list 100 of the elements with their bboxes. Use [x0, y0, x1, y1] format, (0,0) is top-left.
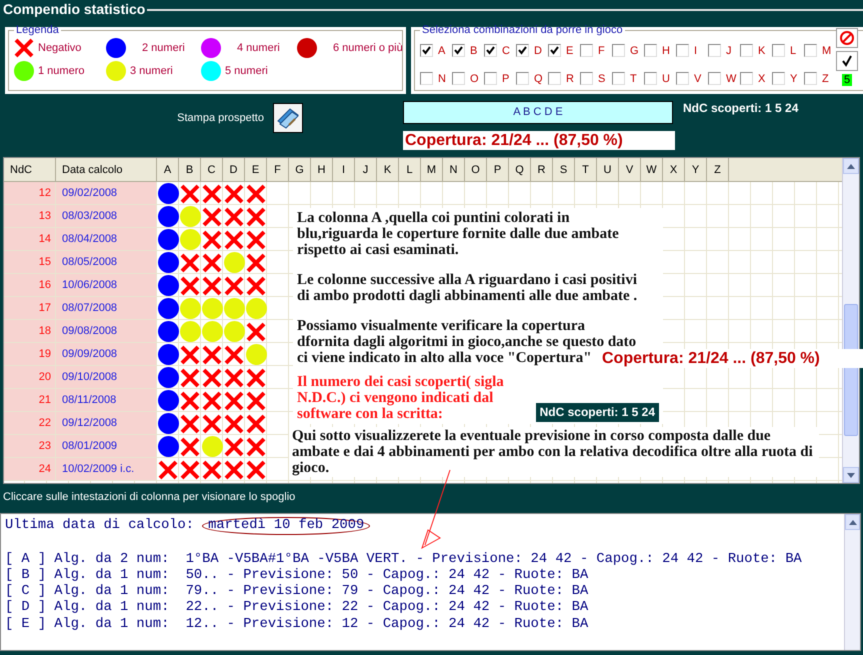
date-value: martedì 10 feb 2009	[202, 517, 370, 536]
table-cell: 08/05/2008	[56, 251, 157, 274]
table-cell: 08/07/2008	[56, 297, 157, 320]
table-cell: 10/06/2008	[56, 274, 157, 297]
checkbox-label: Y	[790, 72, 798, 84]
table-cell: 09/08/2008	[56, 320, 157, 343]
checkbox-label: Q	[534, 72, 543, 84]
checkbox-label: T	[630, 72, 637, 84]
table-cell: 19	[4, 343, 56, 366]
checkbox-label: J	[726, 44, 732, 56]
column-header[interactable]: G	[289, 158, 311, 182]
column-header[interactable]: R	[531, 158, 553, 182]
checkbox-label: I	[694, 44, 698, 56]
checkbox-label: V	[694, 72, 702, 84]
checkbox-label: U	[662, 72, 670, 84]
column-header[interactable]: S	[553, 158, 575, 182]
table-cell: 08/03/2008	[56, 205, 157, 228]
checkbox-label: N	[438, 72, 446, 84]
column-header[interactable]: A	[157, 158, 179, 182]
checkbox-label: E	[566, 44, 574, 56]
table-cell: 16	[4, 274, 56, 297]
column-header[interactable]: Z	[707, 158, 729, 182]
column-header[interactable]: J	[355, 158, 377, 182]
print-label: Stampa prospetto	[177, 112, 264, 124]
column-header[interactable]: M	[421, 158, 443, 182]
column-header[interactable]: H	[311, 158, 333, 182]
checkbox-label: K	[758, 44, 766, 56]
column-header[interactable]: K	[377, 158, 399, 182]
column-header[interactable]: X	[663, 158, 685, 182]
column-header[interactable]: T	[575, 158, 597, 182]
column-header[interactable]: I	[333, 158, 355, 182]
checkbox-label: D	[534, 44, 542, 56]
checkbox-label: R	[566, 72, 574, 84]
table-cell: 15	[4, 251, 56, 274]
checkbox-label: O	[470, 72, 479, 84]
table-cell: 24	[4, 458, 56, 481]
column-header[interactable]: Q	[509, 158, 531, 182]
column-header[interactable]: NdC	[4, 158, 56, 182]
table-cell: 09/10/2008	[56, 366, 157, 389]
table-cell: 09/12/2008	[56, 412, 157, 435]
column-header[interactable]: Data calcolo	[56, 158, 157, 182]
column-header[interactable]: D	[223, 158, 245, 182]
column-header[interactable]: U	[597, 158, 619, 182]
table-cell: 17	[4, 297, 56, 320]
column-header[interactable]: O	[465, 158, 487, 182]
column-header[interactable]: F	[267, 158, 289, 182]
table-cell: 21	[4, 389, 56, 412]
legend-label: 2 numeri	[142, 42, 185, 54]
legend-label: 6 numeri o più	[333, 42, 403, 54]
output-line: [ B ] Alg. da 1 num: 50.. - Previsione: 50 - Capog.: 24 42 - Ruote: BA	[5, 568, 590, 584]
checkbox-label: W	[726, 72, 736, 84]
panel-title: Legenda	[15, 24, 60, 36]
table-cell: 14	[4, 228, 56, 251]
column-header[interactable]: C	[201, 158, 223, 182]
column-header[interactable]: V	[619, 158, 641, 182]
column-header[interactable]: N	[443, 158, 465, 182]
legend-label: 1 numero	[38, 65, 84, 77]
checkbox-label: A	[438, 44, 446, 56]
table-cell: 08/01/2009	[56, 435, 157, 458]
table-cell: 20	[4, 366, 56, 389]
table-cell: 13	[4, 205, 56, 228]
checkbox-label: L	[790, 44, 796, 56]
table-cell: 09/02/2008	[56, 182, 157, 205]
table-cell: 18	[4, 320, 56, 343]
column-header[interactable]: L	[399, 158, 421, 182]
column-header[interactable]: E	[245, 158, 267, 182]
column-header[interactable]: P	[487, 158, 509, 182]
note-paragraph: La colonna A ,quella coi puntini colorati in blu,riguarda le coperture fornite dalle due ambate rispetto ai casi esaminati.	[297, 210, 620, 258]
legend-label: Negativo	[38, 42, 82, 54]
table-cell: 23	[4, 435, 56, 458]
legend-label: 5 numeri	[225, 65, 268, 77]
panel-title: Seleziona combinazioni da porre in gioco	[421, 24, 624, 36]
checkbox-label: P	[502, 72, 510, 84]
section-title: Compendio statistico	[3, 1, 146, 17]
table-cell: 09/09/2008	[56, 343, 157, 366]
table-cell: 12	[4, 182, 56, 205]
output-line: [ A ] Alg. da 2 num: 1°BA -V5BA#1°BA -V5BA VERT. - Previsione: 24 42 - Capog.: 24 42 - Ruote: BA	[5, 552, 803, 568]
hint-text: Cliccare sulle intestazioni di colonna per visionare lo spoglio	[2, 490, 296, 505]
table-cell: 08/11/2008	[56, 389, 157, 412]
table-cell: 10/02/2009 i.c.	[56, 458, 157, 481]
selected-count: 5	[842, 74, 852, 86]
uncovered-label: NdC scoperti: 1 5 24	[536, 403, 659, 422]
note-paragraph: ci viene indicato in alto alla voce "Copertura"	[297, 350, 592, 366]
coverage-display: Copertura: 21/24 ... (87,50 %)	[403, 131, 675, 150]
legend-label: 3 numeri	[130, 65, 173, 77]
note-paragraph: Qui sotto visualizzerete la eventuale previsione in corso composta dalle due ambate e dai 4 abbinamenti per ambo con la relativa decodifica oltre alla ruota di gioco.	[289, 427, 819, 477]
column-header[interactable]: W	[641, 158, 663, 182]
checkbox-label: C	[502, 44, 510, 56]
column-header[interactable]: B	[179, 158, 201, 182]
note-paragraph: Le colonne successive alla A riguardano i casi positivi di ambo prodotti dagli abbinamenti alle due ambate .	[297, 272, 638, 304]
checkbox-label: B	[470, 44, 478, 56]
note-paragraph: Il numero dei casi scoperti( sigla N.D.C.) ci vengono indicati dal software con la scritta:	[297, 374, 505, 422]
column-header[interactable]: Y	[685, 158, 707, 182]
combination-display: A B C D E	[403, 101, 673, 124]
checkbox-label: X	[758, 72, 766, 84]
checkbox-label: G	[630, 44, 639, 56]
uncovered-label: NdC scoperti: 1 5 24	[683, 101, 798, 115]
checkbox-label: M	[822, 44, 832, 56]
output-line: [ E ] Alg. da 1 num: 12.. - Previsione: 12 - Capog.: 24 42 - Ruote: BA	[5, 616, 590, 634]
checkbox-label: S	[598, 72, 606, 84]
